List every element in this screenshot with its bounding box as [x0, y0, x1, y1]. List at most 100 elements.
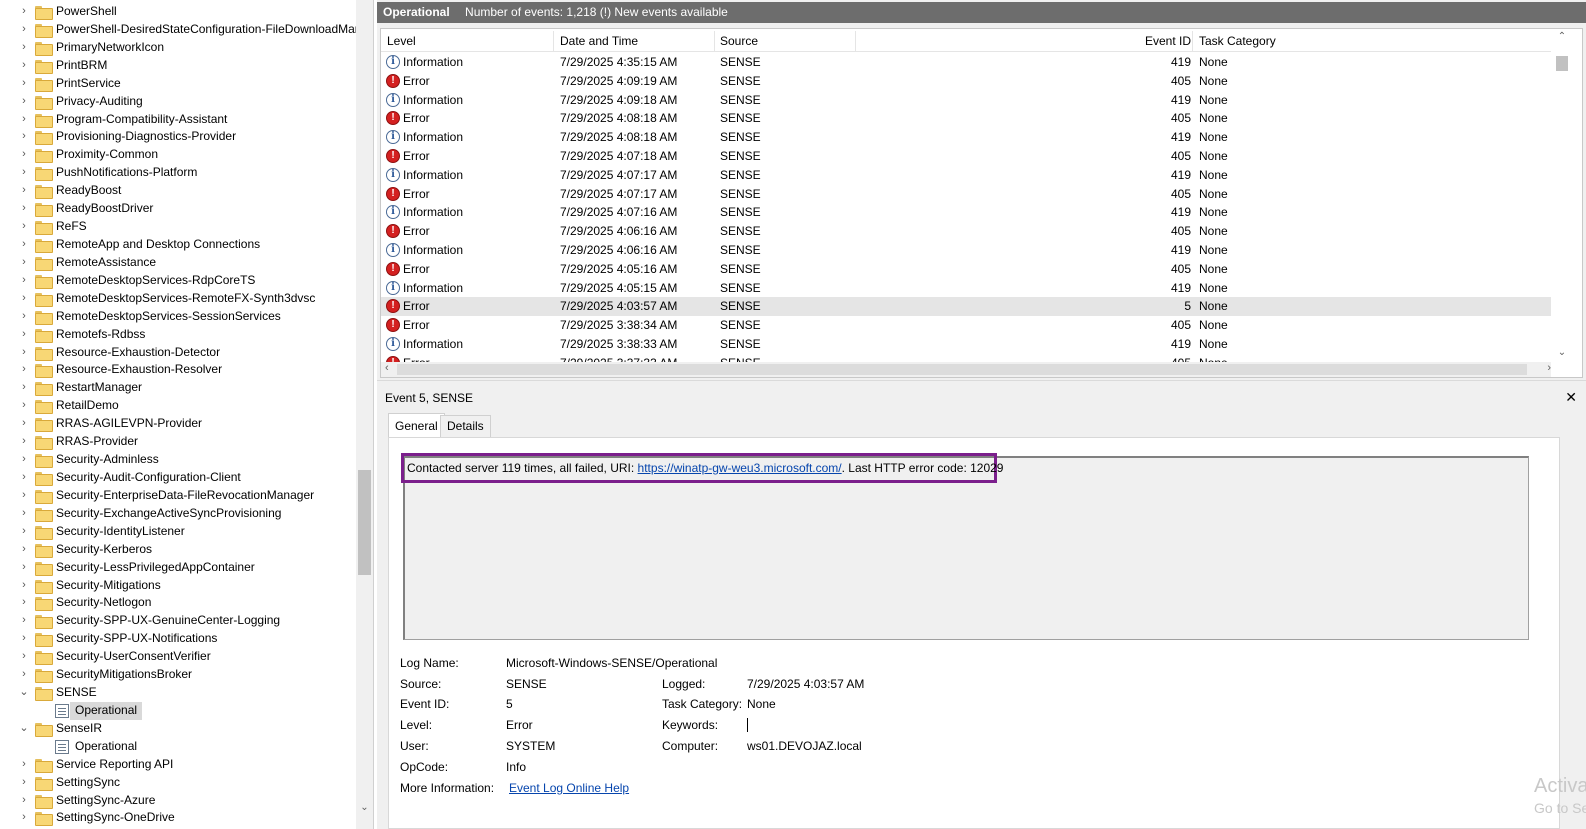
- pane-splitter[interactable]: [377, 380, 1586, 386]
- tree-item-folder[interactable]: › Privacy-Auditing: [0, 93, 356, 111]
- event-row[interactable]: i Information 7/29/2025 4:07:16 AM SENSE 419…: [381, 203, 1551, 222]
- chevron-right-icon[interactable]: ›: [18, 111, 30, 129]
- chevron-right-icon[interactable]: ›: [18, 344, 30, 362]
- chevron-right-icon[interactable]: ›: [18, 361, 30, 379]
- column-date-time[interactable]: Date and Time: [560, 34, 638, 48]
- event-log-online-help-link[interactable]: Event Log Online Help: [509, 781, 629, 795]
- tree-item-folder[interactable]: › Resource-Exhaustion-Resolver: [0, 361, 356, 379]
- tree-item-folder[interactable]: › RemoteApp and Desktop Connections: [0, 236, 356, 254]
- chevron-right-icon[interactable]: ›: [18, 200, 30, 218]
- description-uri-link[interactable]: https://winatp-gw-weu3.microsoft.com/: [638, 461, 842, 475]
- event-row[interactable]: ! Error 7/29/2025 4:06:16 AM SENSE 405 None: [381, 222, 1551, 241]
- tree-item-folder[interactable]: › SettingSync-Azure: [0, 792, 356, 810]
- tree-item-folder[interactable]: › Security-SPP-UX-Notifications: [0, 630, 356, 648]
- chevron-right-icon[interactable]: ›: [18, 487, 30, 505]
- chevron-down-icon[interactable]: ⌄: [18, 720, 30, 738]
- chevron-right-icon[interactable]: ›: [18, 792, 30, 810]
- chevron-right-icon[interactable]: ›: [18, 254, 30, 272]
- chevron-right-icon[interactable]: ›: [18, 218, 30, 236]
- tree-scroll-down-icon[interactable]: ⌄: [356, 802, 373, 818]
- chevron-right-icon[interactable]: ›: [18, 290, 30, 308]
- chevron-right-icon[interactable]: ›: [18, 648, 30, 666]
- tree-item-folder[interactable]: › Security-Audit-Configuration-Client: [0, 469, 356, 487]
- tree-item-folder[interactable]: › PrimaryNetworkIcon: [0, 39, 356, 57]
- event-row[interactable]: ! Error 7/29/2025 3:38:34 AM SENSE 405 None: [381, 316, 1551, 335]
- tree-item-folder[interactable]: › ReFS: [0, 218, 356, 236]
- tree-item-log[interactable]: Operational: [0, 701, 356, 720]
- tree-item-folder[interactable]: › Program-Compatibility-Assistant: [0, 111, 356, 129]
- chevron-right-icon[interactable]: ›: [18, 75, 30, 93]
- event-row[interactable]: ! Error 7/29/2025 4:08:18 AM SENSE 405 None: [381, 109, 1551, 128]
- tree-item-folder[interactable]: ⌄ SenseIR: [0, 720, 356, 738]
- tab-details[interactable]: Details: [440, 415, 491, 437]
- chevron-right-icon[interactable]: ›: [18, 469, 30, 487]
- chevron-right-icon[interactable]: ›: [18, 577, 30, 595]
- column-task-category[interactable]: Task Category: [1199, 34, 1276, 48]
- chevron-right-icon[interactable]: ›: [18, 774, 30, 792]
- chevron-right-icon[interactable]: ›: [18, 594, 30, 612]
- chevron-right-icon[interactable]: ›: [18, 57, 30, 75]
- column-level[interactable]: Level: [387, 34, 416, 48]
- tree-item-folder[interactable]: › RetailDemo: [0, 397, 356, 415]
- chevron-right-icon[interactable]: ›: [18, 128, 30, 146]
- tab-general[interactable]: General: [388, 413, 445, 437]
- tree-item-folder[interactable]: › SettingSync: [0, 774, 356, 792]
- tree-item-folder[interactable]: › ReadyBoost: [0, 182, 356, 200]
- chevron-right-icon[interactable]: ›: [18, 451, 30, 469]
- chevron-right-icon[interactable]: ›: [18, 21, 30, 39]
- tree-item-folder[interactable]: › Security-IdentityListener: [0, 523, 356, 541]
- tree-item-folder[interactable]: › ReadyBoostDriver: [0, 200, 356, 218]
- tree-item-folder[interactable]: › SettingSync-OneDrive: [0, 809, 356, 827]
- chevron-right-icon[interactable]: ›: [18, 3, 30, 21]
- chevron-right-icon[interactable]: ›: [18, 146, 30, 164]
- event-description-box[interactable]: [403, 456, 1529, 640]
- event-list-vscrollbar[interactable]: ⌃ ⌄: [1553, 29, 1571, 362]
- event-list-hscrollbar[interactable]: ‹ ›: [381, 362, 1551, 377]
- chevron-right-icon[interactable]: ›: [18, 756, 30, 774]
- event-row[interactable]: i Information 7/29/2025 4:09:18 AM SENSE 419…: [381, 91, 1551, 110]
- tree-item-folder[interactable]: › RemoteDesktopServices-RdpCoreTS: [0, 272, 356, 290]
- tree-item-folder[interactable]: › RRAS-Provider: [0, 433, 356, 451]
- tree-item-folder[interactable]: › Remotefs-Rdbss: [0, 326, 356, 344]
- chevron-right-icon[interactable]: ›: [18, 612, 30, 630]
- chevron-right-icon[interactable]: ›: [18, 433, 30, 451]
- chevron-right-icon[interactable]: ›: [18, 809, 30, 827]
- tree-item-folder[interactable]: › Security-LessPrivilegedAppContainer: [0, 559, 356, 577]
- chevron-right-icon[interactable]: ›: [18, 379, 30, 397]
- chevron-down-icon[interactable]: ⌄: [18, 684, 30, 702]
- event-row[interactable]: i Information 7/29/2025 4:05:15 AM SENSE 419…: [381, 279, 1551, 298]
- tree-item-folder[interactable]: › PrintBRM: [0, 57, 356, 75]
- chevron-right-icon[interactable]: ›: [18, 326, 30, 344]
- tree-item-folder[interactable]: › PowerShell: [0, 3, 356, 21]
- chevron-right-icon[interactable]: ›: [18, 523, 30, 541]
- chevron-right-icon[interactable]: ›: [18, 236, 30, 254]
- tree-item-folder[interactable]: › PrintService: [0, 75, 356, 93]
- tree-scrollbar[interactable]: ⌄: [356, 0, 373, 829]
- chevron-right-icon[interactable]: ›: [18, 630, 30, 648]
- chevron-right-icon[interactable]: ›: [18, 559, 30, 577]
- tree-item-folder[interactable]: › Security-Mitigations: [0, 577, 356, 595]
- tree-item-folder[interactable]: › RemoteDesktopServices-SessionServices: [0, 308, 356, 326]
- column-event-id[interactable]: Event ID: [1145, 34, 1191, 48]
- event-row[interactable]: i Information 7/29/2025 4:35:15 AM SENSE 419…: [381, 53, 1551, 72]
- tree-item-folder[interactable]: › PushNotifications-Platform: [0, 164, 356, 182]
- chevron-right-icon[interactable]: ›: [18, 182, 30, 200]
- tree-item-folder[interactable]: ⌄ SENSE: [0, 684, 356, 702]
- event-row[interactable]: i Information 7/29/2025 4:08:18 AM SENSE 419…: [381, 128, 1551, 147]
- scroll-right-icon[interactable]: ›: [1547, 362, 1551, 374]
- event-row[interactable]: i Information 7/29/2025 3:38:33 AM SENSE 419…: [381, 335, 1551, 354]
- tree-item-folder[interactable]: › PowerShell-DesiredStateConfiguration-Fi…: [0, 21, 373, 39]
- event-row[interactable]: ! Error 7/29/2025 4:07:18 AM SENSE 405 None: [381, 147, 1551, 166]
- chevron-right-icon[interactable]: ›: [18, 397, 30, 415]
- chevron-right-icon[interactable]: ›: [18, 505, 30, 523]
- chevron-right-icon[interactable]: ›: [18, 415, 30, 433]
- tree-item-folder[interactable]: › Security-Kerberos: [0, 541, 356, 559]
- tree-item-folder[interactable]: › Security-Adminless: [0, 451, 356, 469]
- event-row[interactable]: i Information 7/29/2025 4:07:17 AM SENSE 419…: [381, 166, 1551, 185]
- chevron-right-icon[interactable]: ›: [18, 308, 30, 326]
- event-row[interactable]: ! Error 7/29/2025 4:07:17 AM SENSE 405 None: [381, 185, 1551, 204]
- tree-item-folder[interactable]: › RemoteAssistance: [0, 254, 356, 272]
- tree-item-folder[interactable]: › Service Reporting API: [0, 756, 356, 774]
- tree-item-folder[interactable]: › RRAS-AGILEVPN-Provider: [0, 415, 356, 433]
- event-row[interactable]: ! Error 7/29/2025 4:03:57 AM SENSE 5 None: [381, 297, 1551, 317]
